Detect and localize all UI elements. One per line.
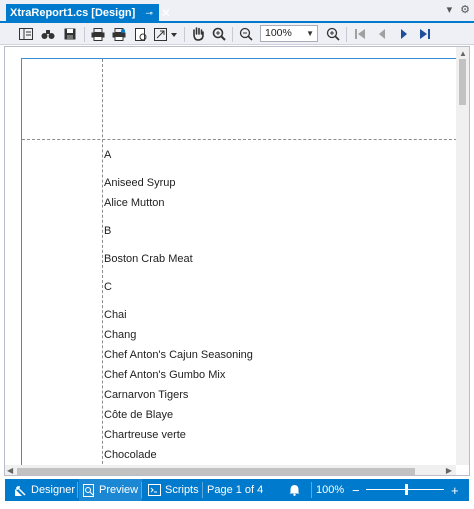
list-item: Chocolade	[104, 449, 157, 461]
scroll-right-icon[interactable]: ▶	[446, 466, 452, 475]
last-page-icon[interactable]	[417, 26, 433, 42]
scroll-left-icon[interactable]: ◀	[7, 466, 13, 475]
page-indicator: Page 1 of 4	[207, 479, 263, 501]
zoom-out-icon[interactable]	[238, 26, 254, 42]
zoom-combobox[interactable]: 100% ▼	[260, 25, 318, 42]
window-controls: ▾ ⚙	[447, 3, 470, 16]
zoom-level: 100%	[316, 479, 344, 501]
document-map-icon[interactable]	[18, 26, 34, 42]
chevron-down-icon[interactable]: ▼	[306, 26, 314, 41]
group-header: C	[104, 281, 112, 293]
horizontal-scrollbar[interactable]: ◀ ▶	[5, 465, 456, 475]
preview-label: Preview	[99, 484, 139, 496]
document-tab-strip: XtraReport1.cs [Design] ⊸ ✕ ▾ ⚙	[0, 0, 474, 23]
list-item: Chef Anton's Cajun Seasoning	[104, 349, 253, 361]
status-separator	[202, 482, 203, 498]
toolbar-separator	[232, 27, 233, 42]
scroll-up-icon[interactable]: ▲	[459, 49, 467, 58]
designer-label: Designer	[31, 484, 76, 496]
zoom-out-icon[interactable]: −	[352, 479, 360, 501]
next-page-icon[interactable]	[396, 26, 412, 42]
report-preview-area[interactable]: A Aniseed Syrup Alice Mutton B Boston Cr…	[4, 46, 470, 476]
group-header: A	[104, 149, 112, 161]
list-item: Aniseed Syrup	[104, 177, 176, 189]
list-item: Chartreuse verte	[104, 429, 186, 441]
zoom-in-icon[interactable]	[325, 26, 341, 42]
print-preview-toolbar: 100% ▼	[0, 23, 474, 45]
first-page-icon[interactable]	[352, 26, 368, 42]
list-item: Chang	[104, 329, 137, 341]
save-icon[interactable]	[62, 26, 78, 42]
print-icon[interactable]	[90, 26, 106, 42]
magnifier-icon[interactable]	[211, 26, 227, 42]
toolbar-separator	[184, 27, 185, 42]
chevron-down-icon[interactable]: ▾	[447, 3, 453, 16]
list-item: Chef Anton's Gumbo Mix	[104, 369, 226, 381]
group-header: B	[104, 225, 112, 237]
status-separator	[311, 482, 312, 498]
list-item: Alice Mutton	[104, 197, 165, 209]
pin-icon[interactable]: ⊸	[145, 8, 153, 19]
horizontal-scroll-thumb[interactable]	[17, 468, 415, 475]
find-icon[interactable]	[40, 26, 56, 42]
status-separator	[141, 482, 142, 498]
previous-page-icon[interactable]	[374, 26, 390, 42]
document-tab-title: XtraReport1.cs [Design]	[10, 7, 136, 19]
page-info: Page 1 of 4	[207, 484, 264, 496]
vertical-scroll-thumb[interactable]	[459, 59, 466, 105]
zoom-in-icon[interactable]: +	[451, 479, 459, 501]
toolbar-separator	[84, 27, 85, 42]
page-setup-icon[interactable]	[133, 26, 149, 42]
scripts-button[interactable]: Scripts	[146, 479, 201, 501]
designer-button[interactable]: Designer	[11, 479, 78, 501]
preview-icon	[83, 483, 94, 497]
status-separator	[77, 482, 78, 498]
zoom-value: 100%	[265, 27, 292, 39]
zoom-label: 100%	[316, 484, 345, 496]
scripts-icon	[148, 484, 161, 496]
close-icon[interactable]: ✕	[161, 6, 171, 20]
vertical-scrollbar[interactable]: ▲	[456, 47, 469, 465]
gear-icon[interactable]: ⚙	[460, 3, 470, 16]
document-tab[interactable]: XtraReport1.cs [Design] ⊸ ✕	[6, 4, 171, 22]
designer-icon	[15, 485, 26, 496]
hand-tool-icon[interactable]	[190, 26, 206, 42]
zoom-slider-thumb[interactable]	[405, 484, 408, 495]
list-item: Carnarvon Tigers	[104, 389, 189, 401]
toolbar-separator	[346, 27, 347, 42]
bell-icon[interactable]	[289, 479, 300, 501]
margin-guide-horizontal	[22, 139, 462, 140]
scale-icon[interactable]	[153, 26, 179, 42]
preview-button[interactable]: Preview	[79, 479, 143, 501]
quick-print-icon[interactable]	[111, 26, 127, 42]
report-page: A Aniseed Syrup Alice Mutton B Boston Cr…	[21, 58, 462, 475]
status-bar: Designer Preview Scripts Page 1 of 4 100…	[5, 479, 469, 501]
list-item: Boston Crab Meat	[104, 253, 193, 265]
scripts-label: Scripts	[165, 484, 199, 496]
margin-guide-vertical	[102, 59, 103, 475]
list-item: Côte de Blaye	[104, 409, 174, 421]
list-item: Chai	[104, 309, 127, 321]
